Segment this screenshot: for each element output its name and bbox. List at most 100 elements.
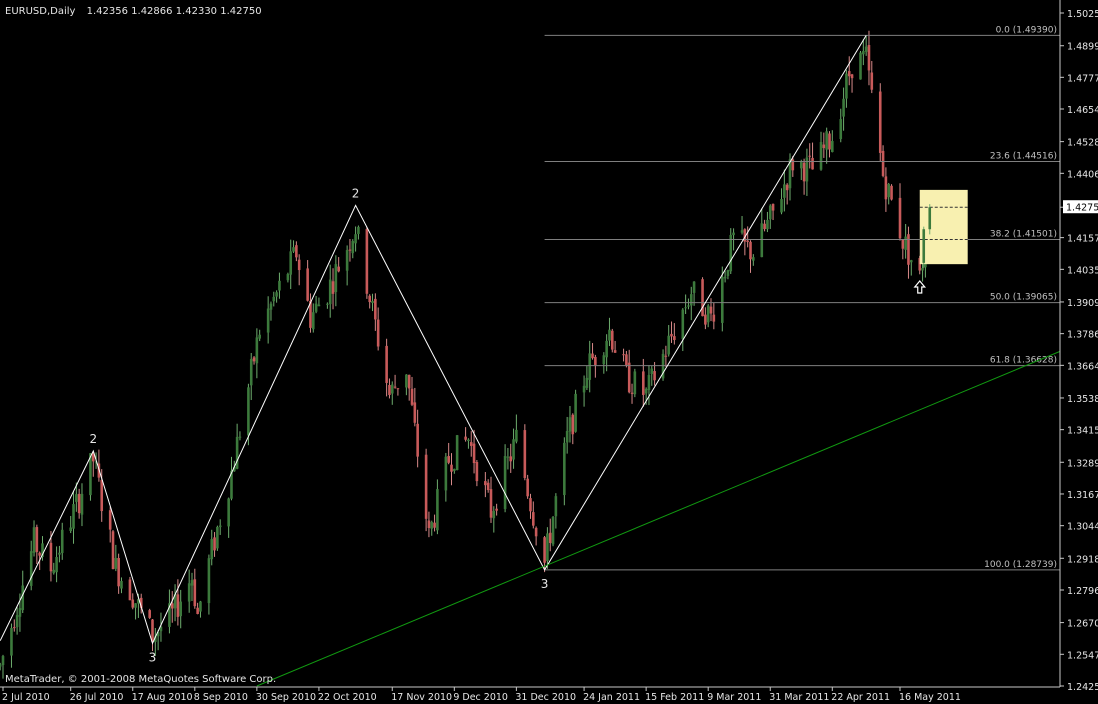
highlight-box[interactable] <box>919 189 968 265</box>
candle-body[interactable] <box>436 489 439 531</box>
candle-body[interactable] <box>213 537 216 551</box>
candle-body[interactable] <box>489 489 493 518</box>
candle-body[interactable] <box>512 439 515 460</box>
candle-body[interactable] <box>610 330 614 350</box>
candle-body[interactable] <box>427 520 431 529</box>
candle-body[interactable] <box>684 307 687 309</box>
candle-body[interactable] <box>176 594 180 617</box>
candle-body[interactable] <box>574 393 577 432</box>
candle-body[interactable] <box>681 309 685 339</box>
candle-body[interactable] <box>532 512 535 526</box>
candle-body[interactable] <box>523 430 527 478</box>
candle-body[interactable] <box>548 532 552 543</box>
candle-body[interactable] <box>828 133 831 150</box>
candle-body[interactable] <box>859 52 862 80</box>
candle-body[interactable] <box>249 358 253 386</box>
candle-body[interactable] <box>862 51 865 55</box>
candle-body[interactable] <box>450 464 453 472</box>
candle-body[interactable] <box>77 493 81 514</box>
candle-body[interactable] <box>647 375 651 391</box>
candle-body[interactable] <box>12 627 16 629</box>
candle-body[interactable] <box>170 603 174 609</box>
candle-body[interactable] <box>667 335 670 355</box>
candle-body[interactable] <box>179 601 183 617</box>
candle-body[interactable] <box>114 557 118 569</box>
candle-body[interactable] <box>272 296 276 302</box>
candle-body[interactable] <box>235 436 239 469</box>
candle-body[interactable] <box>839 119 843 140</box>
chart-window[interactable]: 0.0 (1.49390) 23.6 (1.44516) 38.2 (1.41501… <box>0 0 1098 704</box>
candle-body[interactable] <box>407 374 411 389</box>
candle-body[interactable] <box>627 362 631 393</box>
candle-body[interactable] <box>35 527 39 552</box>
candle-body[interactable] <box>337 266 340 272</box>
candle-body[interactable] <box>904 236 907 250</box>
candle-body[interactable] <box>870 72 874 90</box>
candle-body[interactable] <box>247 387 250 436</box>
candle-body[interactable] <box>746 240 749 242</box>
candle-body[interactable] <box>357 226 360 235</box>
candle-body[interactable] <box>633 371 637 395</box>
candle-body[interactable] <box>503 456 507 509</box>
candle-body[interactable] <box>644 388 648 394</box>
candle-body[interactable] <box>822 144 826 149</box>
candle-body[interactable] <box>10 627 13 656</box>
candle-body[interactable] <box>664 355 668 357</box>
candle-body[interactable] <box>187 583 191 602</box>
candle-body[interactable] <box>396 388 400 390</box>
candle-body[interactable] <box>712 314 716 322</box>
candle-body[interactable] <box>1 656 5 665</box>
candle-body[interactable] <box>673 336 676 340</box>
candle-body[interactable] <box>464 436 467 440</box>
candle-body[interactable] <box>766 219 769 230</box>
candle-body[interactable] <box>726 270 730 276</box>
candle-body[interactable] <box>802 162 806 182</box>
candle-body[interactable] <box>467 439 470 442</box>
candle-body[interactable] <box>630 392 634 394</box>
candle-body[interactable] <box>783 184 786 198</box>
candle-body[interactable] <box>650 368 654 375</box>
candle-body[interactable] <box>808 155 812 157</box>
candle-body[interactable] <box>842 98 845 117</box>
candle-body[interactable] <box>670 333 673 337</box>
candle-body[interactable] <box>554 496 558 517</box>
candle-body[interactable] <box>831 141 834 153</box>
candle-body[interactable] <box>55 556 58 573</box>
candle-body[interactable] <box>60 529 64 554</box>
candle-body[interactable] <box>49 542 53 572</box>
candle-body[interactable] <box>199 601 202 612</box>
candle-body[interactable] <box>613 350 617 353</box>
candle-body[interactable] <box>311 312 315 330</box>
candle-body[interactable] <box>134 603 137 608</box>
candle-body[interactable] <box>585 377 589 388</box>
candle-body[interactable] <box>819 141 823 170</box>
candle-body[interactable] <box>845 73 848 99</box>
candle-body[interactable] <box>18 608 22 617</box>
candle-body[interactable] <box>884 176 888 200</box>
candle-body[interactable] <box>306 268 309 301</box>
candle-body[interactable] <box>376 319 380 347</box>
candle-body[interactable] <box>238 436 242 438</box>
candle-body[interactable] <box>345 250 349 271</box>
candle-body[interactable] <box>227 498 230 527</box>
candle-body[interactable] <box>760 223 764 258</box>
candle-body[interactable] <box>642 371 645 395</box>
candle-body[interactable] <box>749 241 752 260</box>
candle-body[interactable] <box>80 493 84 515</box>
candle-body[interactable] <box>413 402 417 423</box>
candle-body[interactable] <box>128 579 132 601</box>
candle-body[interactable] <box>368 295 371 303</box>
candle-body[interactable] <box>393 386 397 388</box>
candle-body[interactable] <box>52 569 56 574</box>
candle-body[interactable] <box>890 185 893 200</box>
candle-body[interactable] <box>297 259 301 271</box>
candle-body[interactable] <box>588 353 592 380</box>
candle-body[interactable] <box>354 234 357 244</box>
candle-body[interactable] <box>405 374 408 388</box>
candle-body[interactable] <box>75 494 78 502</box>
candle-body[interactable] <box>887 184 891 198</box>
candle-body[interactable] <box>286 274 290 281</box>
candle-body[interactable] <box>484 481 487 486</box>
candle-body[interactable] <box>0 664 2 667</box>
candle-body[interactable] <box>563 442 566 496</box>
